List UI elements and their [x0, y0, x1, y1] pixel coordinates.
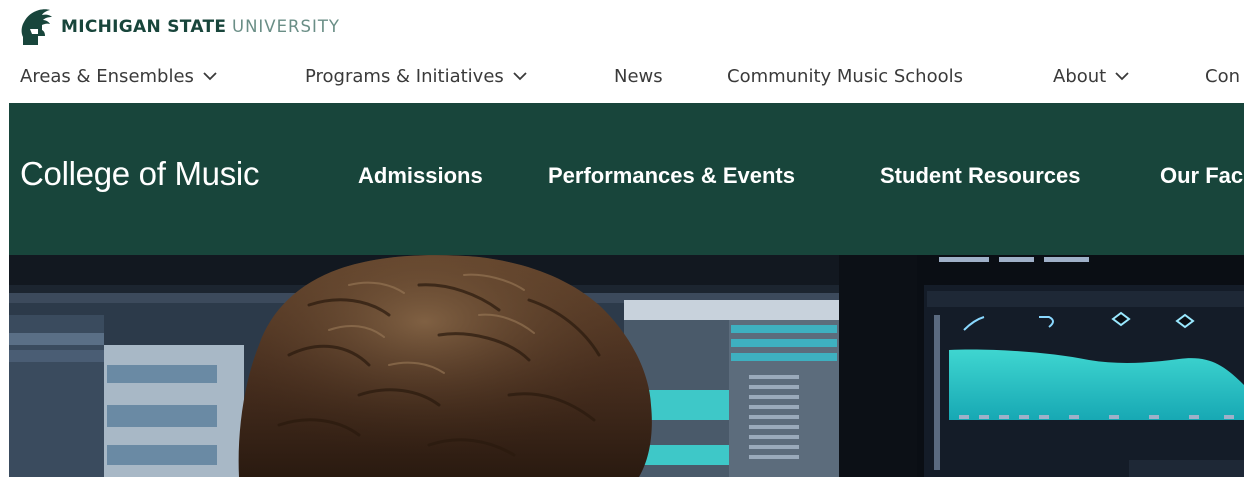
college-nav-item-our-faculty[interactable]: Our Fac: [1160, 163, 1243, 189]
college-nav-item-performances-events[interactable]: Performances & Events: [548, 163, 795, 189]
utility-nav-label: About: [1053, 65, 1107, 87]
msu-wordmark-bold: MICHIGAN STATE: [61, 16, 227, 37]
msu-wordmark-light: UNIVERSITY: [232, 16, 340, 36]
college-nav-item-student-resources[interactable]: Student Resources: [880, 163, 1081, 189]
utility-nav: Areas & Ensembles Programs & Initiatives…: [0, 58, 1253, 94]
utility-nav-item-contact[interactable]: Con: [1205, 58, 1240, 94]
spartan-helmet-icon: [19, 7, 53, 47]
utility-nav-label: Programs & Initiatives: [305, 65, 504, 87]
chevron-down-icon: [203, 65, 217, 86]
college-header-bar: College of Music Admissions Performances…: [9, 103, 1244, 255]
utility-nav-item-news[interactable]: News: [614, 58, 663, 94]
hero-image: [9, 255, 1244, 477]
chevron-down-icon: [513, 65, 527, 86]
msu-wordmark: MICHIGAN STATE UNIVERSITY: [61, 16, 340, 37]
utility-nav-label: Con: [1205, 65, 1240, 87]
college-nav-item-admissions[interactable]: Admissions: [358, 163, 483, 189]
utility-nav-item-about[interactable]: About: [1053, 58, 1129, 94]
utility-nav-label: Community Music Schools: [727, 65, 963, 87]
utility-nav-item-community-music-schools[interactable]: Community Music Schools: [727, 58, 963, 94]
utility-nav-item-areas-ensembles[interactable]: Areas & Ensembles: [20, 58, 217, 94]
utility-nav-item-programs-initiatives[interactable]: Programs & Initiatives: [305, 58, 527, 94]
utility-nav-label: News: [614, 65, 663, 87]
chevron-down-icon: [1115, 65, 1129, 86]
college-title[interactable]: College of Music: [20, 155, 259, 193]
msu-logo-link[interactable]: MICHIGAN STATE UNIVERSITY: [19, 6, 340, 48]
utility-nav-label: Areas & Ensembles: [20, 65, 194, 87]
